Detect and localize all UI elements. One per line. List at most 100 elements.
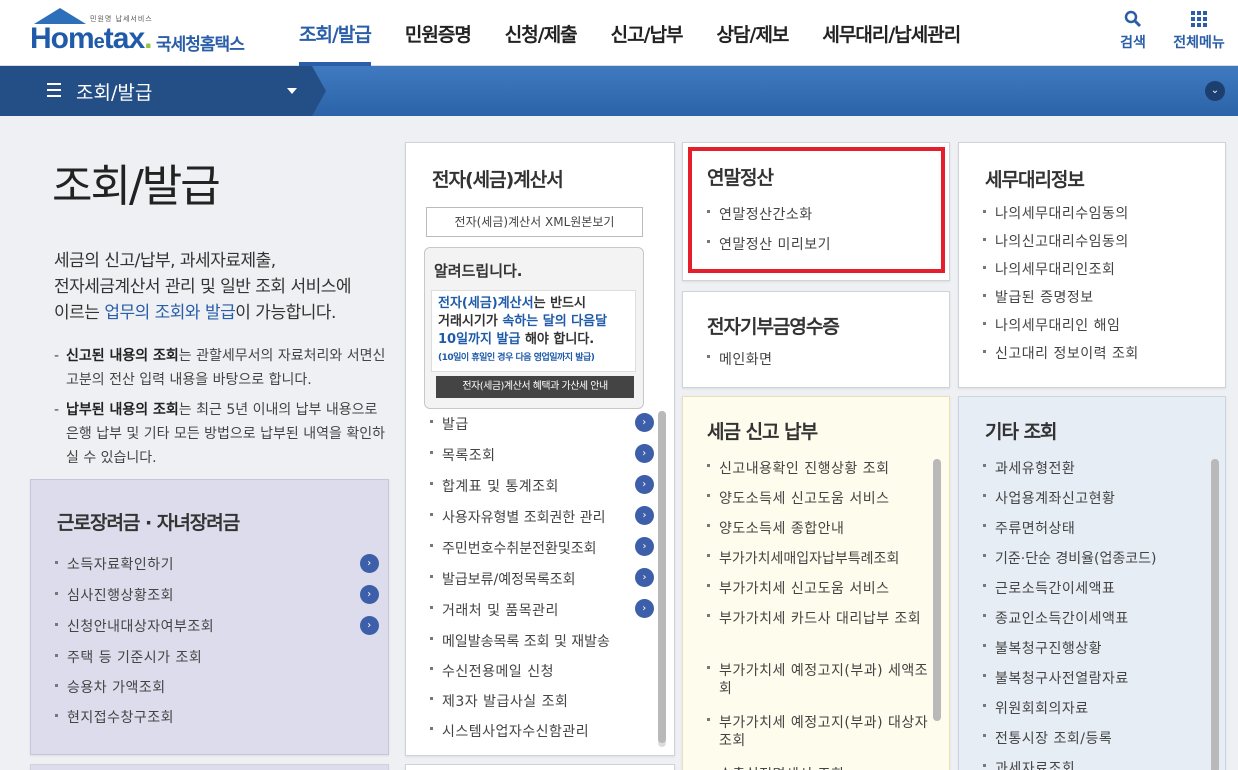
list-item[interactable]: 거래처 및 품목관리 ›: [430, 597, 654, 628]
list-item[interactable]: 발급보류/예정목록조회 ›: [430, 566, 654, 597]
nav-report-pay[interactable]: 신고/납부: [594, 0, 700, 66]
list-item[interactable]: 주류면허상태: [983, 515, 1209, 545]
chevron-right-icon[interactable]: ›: [360, 616, 379, 635]
list-item[interactable]: 과세유형전환: [983, 455, 1209, 485]
chevron-down-icon[interactable]: ⌄: [1205, 81, 1225, 101]
list-item[interactable]: 합계표 및 통계조회 ›: [430, 473, 654, 504]
list-item[interactable]: 위원회회의자료: [983, 695, 1209, 725]
tax-report-card: 세금 신고 납부 신고내용확인 진행상황 조회 양도소득세 신고도움 서비스 양…: [682, 396, 950, 770]
intro-desc-line: 세금의 신고/납부, 과세자료제출,: [54, 251, 276, 271]
einvoice-scrollbar[interactable]: [658, 411, 666, 747]
einvoice-title: 전자(세금)계산서: [432, 169, 564, 191]
other-inquiry-scrollbar[interactable]: [1211, 459, 1219, 770]
list-item[interactable]: 불복청구사전열람자료: [983, 665, 1209, 695]
list-item[interactable]: 부가가치세 신고도움 서비스: [707, 575, 929, 605]
list-item[interactable]: 심사진행상황조회 ›: [55, 583, 379, 614]
intro-desc-text: 이르는: [54, 303, 105, 323]
agent-info-title: 세무대리정보: [985, 169, 1085, 191]
list-item-label: 신청안내대상자여부조회: [67, 619, 215, 635]
logo-word-part: e: [93, 31, 105, 53]
list-item[interactable]: 목록조회 ›: [430, 442, 654, 473]
list-item[interactable]: 양도소득세 종합안내: [707, 515, 929, 545]
agent-info-list: 나의세무대리수임동의 나의신고대리수임동의 나의세무대리인조회 발급된 증명정보…: [983, 201, 1213, 369]
next-card-edge: [30, 764, 389, 770]
chevron-right-icon[interactable]: ›: [635, 568, 654, 587]
list-item[interactable]: 나의세무대리인조회: [983, 257, 1213, 285]
caret-down-icon[interactable]: [287, 88, 297, 94]
list-item[interactable]: 신고대리 정보이력 조회: [983, 341, 1213, 369]
list-item[interactable]: 신청안내대상자여부조회 ›: [55, 614, 379, 645]
xml-view-button[interactable]: 전자(세금)계산서 XML원본보기: [426, 207, 643, 237]
intro-note: 신고된 내용의 조회는 관할세무서의 자료처리와 서면신고분의 전산 입력 내용…: [54, 344, 390, 392]
notice-text: 는 반드시: [533, 296, 586, 311]
nav-counsel-report[interactable]: 상담/제보: [700, 0, 806, 66]
logo-dot: .: [144, 22, 152, 55]
list-item[interactable]: 메일발송목록 조회 및 재발송: [430, 628, 654, 658]
eitc-card: 근로장려금 · 자녀장려금 소득자료확인하기 › 심사진행상황조회 › 신청안내대상…: [30, 479, 389, 755]
list-item[interactable]: 기준·단순 경비율(업종코드): [983, 545, 1209, 575]
tax-report-list: 신고내용확인 진행상황 조회 양도소득세 신고도움 서비스 양도소득세 종합안내…: [707, 455, 929, 770]
list-item[interactable]: 메인화면: [707, 346, 937, 374]
list-item-label: 합계표 및 통계조회: [442, 479, 559, 495]
notice-emphasis: 10일까지 발급: [438, 332, 521, 347]
list-item-label: 소득자료확인하기: [67, 557, 175, 573]
nav-apply-submit[interactable]: 신청/제출: [488, 0, 594, 66]
list-item[interactable]: 발급 ›: [430, 411, 654, 442]
chevron-right-icon[interactable]: ›: [635, 599, 654, 618]
list-item[interactable]: 전통시장 조회/등록: [983, 725, 1209, 755]
tax-report-scrollbar[interactable]: [933, 459, 941, 721]
list-item[interactable]: 종교인소득간이세액표: [983, 605, 1209, 635]
notice-emphasis: 속하는 달의 다음달: [502, 314, 608, 329]
logo-wordmark: Hometax.: [30, 22, 153, 56]
nav-inquiry-issue[interactable]: 조회/발급: [282, 0, 388, 66]
chevron-right-icon[interactable]: ›: [360, 585, 379, 604]
list-item[interactable]: 부가가치세 예정고지(부과) 대상자 조회: [707, 709, 929, 761]
list-item[interactable]: 수출실적명세서 조회: [707, 761, 929, 770]
chevron-right-icon[interactable]: ›: [635, 537, 654, 556]
list-item[interactable]: 사업용계좌신고현황: [983, 485, 1209, 515]
list-item[interactable]: 사용자유형별 조회권한 관리 ›: [430, 504, 654, 535]
list-item[interactable]: 소득자료확인하기 ›: [55, 552, 379, 583]
search-button[interactable]: 검색: [1116, 10, 1150, 52]
list-item[interactable]: 주택 등 기준시가 조회: [55, 645, 379, 675]
penalty-guide-button[interactable]: 전자(세금)계산서 혜택과 가산세 안내: [436, 376, 634, 398]
grid-menu-icon: [1168, 10, 1230, 32]
list-item[interactable]: 부가가치세매입자납부특례조회: [707, 545, 929, 575]
list-item[interactable]: 현지접수창구조회: [55, 705, 379, 735]
notice-text: 해야 합니다.: [520, 332, 595, 347]
eitc-title: 근로장려금 · 자녀장려금: [57, 512, 240, 534]
list-item[interactable]: 나의세무대리인 해임: [983, 313, 1213, 341]
list-item[interactable]: 신고내용확인 진행상황 조회: [707, 455, 929, 485]
sub-nav-title[interactable]: 조회/발급: [76, 78, 152, 105]
hometax-logo[interactable]: 민원명 납세서비스 Hometax. 국세청홈택스: [28, 6, 263, 62]
list-item-label: 사용자유형별 조회권한 관리: [442, 510, 606, 526]
list-item[interactable]: 양도소득세 신고도움 서비스: [707, 485, 929, 515]
intro-desc-highlight: 업무의 조회와 발급: [104, 303, 236, 323]
chevron-right-icon[interactable]: ›: [635, 413, 654, 432]
list-item[interactable]: 발급된 증명정보: [983, 285, 1213, 313]
list-item[interactable]: 수신전용메일 신청: [430, 658, 654, 688]
chevron-right-icon[interactable]: ›: [635, 475, 654, 494]
all-menu-button[interactable]: 전체메뉴: [1168, 10, 1230, 52]
chevron-right-icon[interactable]: ›: [635, 506, 654, 525]
list-item[interactable]: 제3자 발급사실 조회: [430, 688, 654, 718]
list-item[interactable]: 부가가치세 예정고지(부과) 세액조회: [707, 657, 929, 709]
chevron-right-icon[interactable]: ›: [635, 444, 654, 463]
chevron-right-icon[interactable]: ›: [360, 554, 379, 573]
list-item[interactable]: 주민번호수취분전환및조회 ›: [430, 535, 654, 566]
nav-tax-agent[interactable]: 세무대리/납세관리: [805, 0, 977, 66]
list-item[interactable]: 나의신고대리수임동의: [983, 229, 1213, 257]
einvoice-card: 전자(세금)계산서 전자(세금)계산서 XML원본보기 알려드립니다. 전자(세…: [405, 142, 675, 756]
list-item-label: 발급보류/예정목록조회: [442, 572, 576, 588]
nav-civil-certificate[interactable]: 민원증명: [388, 0, 488, 66]
list-item[interactable]: 승용차 가액조회: [55, 675, 379, 705]
intro-desc-text: 이 가능합니다.: [235, 303, 336, 323]
list-item[interactable]: 불복청구진행상황: [983, 635, 1209, 665]
list-item[interactable]: 나의세무대리수임동의: [983, 201, 1213, 229]
list-item[interactable]: 근로소득간이세액표: [983, 575, 1209, 605]
list-item[interactable]: 부가가치세 카드사 대리납부 조회: [707, 605, 929, 657]
notice-emphasis: 전자(세금)계산서: [438, 296, 534, 311]
hamburger-icon[interactable]: [47, 83, 61, 97]
list-item[interactable]: 시스템사업자수신함관리: [430, 718, 654, 748]
list-item[interactable]: 과세자료조회: [983, 755, 1209, 770]
